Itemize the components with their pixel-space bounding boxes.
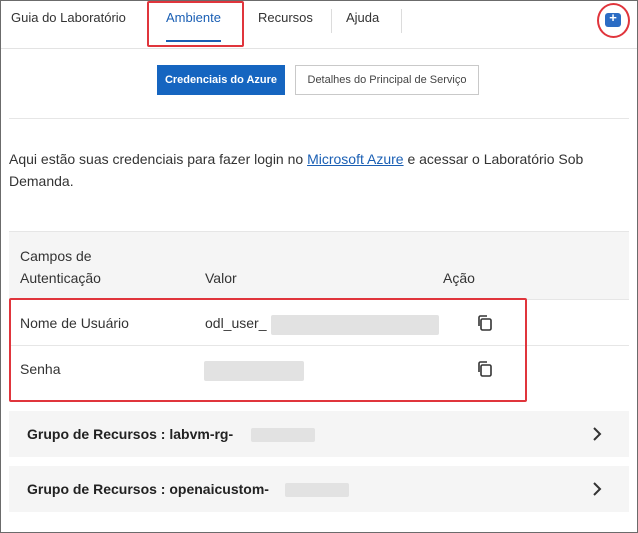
resource-group-accordion[interactable]: Grupo de Recursos : openaicustom- — [9, 466, 629, 512]
tab-bar: Guia do Laboratório Ambiente Recursos Aj… — [1, 1, 637, 49]
tab-label: Guia do Laboratório — [11, 10, 126, 25]
resource-group-title: Grupo de Recursos : openaicustom- — [27, 481, 269, 497]
service-principal-button[interactable]: Detalhes do Principal de Serviço — [295, 65, 479, 95]
header-action: Ação — [443, 270, 475, 286]
header-value: Valor — [205, 270, 237, 286]
tab-guia-do-laboratorio[interactable]: Guia do Laboratório — [11, 1, 126, 49]
highlight-circle-corner-icon — [597, 3, 630, 38]
tab-label: Ajuda — [346, 10, 380, 25]
tab-recursos[interactable]: Recursos — [258, 1, 313, 49]
intro-text: Aqui estão suas credenciais para fazer l… — [9, 148, 629, 192]
intro-text-before: Aqui estão suas credenciais para fazer l… — [9, 151, 308, 167]
microsoft-azure-link[interactable]: Microsoft Azure — [307, 151, 403, 167]
redacted-resource-suffix — [251, 428, 315, 442]
section-divider — [9, 118, 629, 119]
tab-ajuda[interactable]: Ajuda — [346, 1, 379, 49]
chevron-right-icon — [593, 482, 602, 496]
resource-group-title: Grupo de Recursos : labvm-rg- — [27, 426, 234, 442]
highlight-box-credentials — [9, 298, 527, 402]
tab-separator — [331, 9, 332, 33]
table-header: Campos de Autenticação Valor Ação — [9, 231, 629, 299]
azure-credentials-button[interactable]: Credenciais do Azure — [157, 65, 285, 95]
header-auth-fields: Campos de Autenticação — [20, 248, 101, 286]
tab-label: Recursos — [258, 10, 313, 25]
tab-separator — [401, 9, 402, 33]
redacted-resource-suffix — [285, 483, 349, 497]
chevron-right-icon — [593, 427, 602, 441]
resource-group-accordion[interactable]: Grupo de Recursos : labvm-rg- — [9, 411, 629, 457]
highlight-box-ambiente-tab — [147, 1, 244, 47]
